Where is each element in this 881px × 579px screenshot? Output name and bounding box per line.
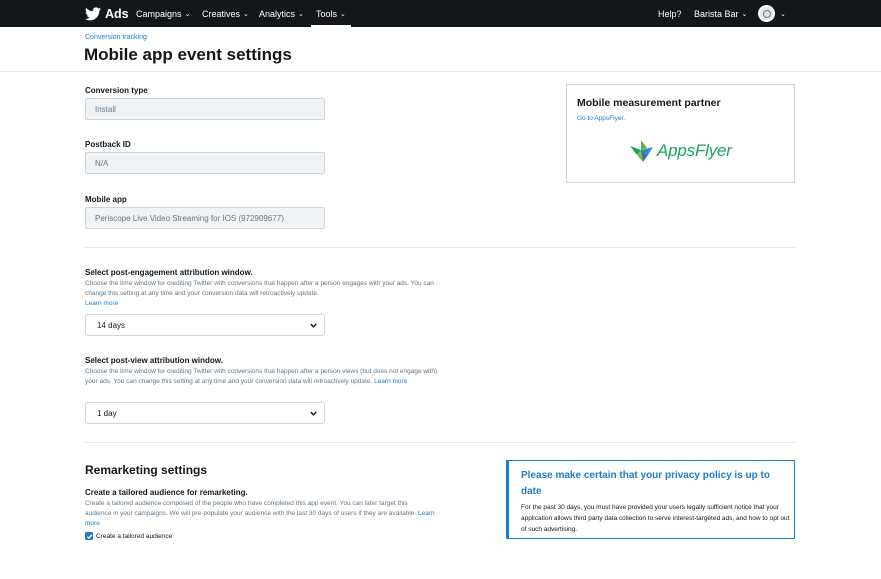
mobile-app-label: Mobile app (85, 195, 127, 204)
checkmark-icon (86, 533, 92, 539)
breadcrumb[interactable]: Conversion tracking (85, 34, 147, 41)
engagement-window-label: Select post-engagement attribution windo… (85, 268, 253, 277)
view-window-help: Choose the time window for crediting Twi… (85, 367, 440, 387)
remarketing-help: Create a tailored audience composed of t… (85, 499, 435, 529)
chevron-down-icon (310, 411, 317, 416)
postback-id-field: N/A (85, 152, 325, 174)
engagement-window-help-text: Choose the time window for crediting Twi… (85, 280, 434, 297)
mobile-app-field: Periscope Live Video Streaming for IOS (… (85, 207, 325, 229)
chevron-down-icon (310, 323, 317, 328)
engagement-window-help: Choose the time window for crediting Twi… (85, 279, 440, 309)
nav-campaigns-label: Campaigns (136, 8, 182, 19)
privacy-notice: Please make certain that your privacy po… (506, 460, 795, 539)
section-divider (85, 442, 795, 443)
twitter-bird-icon (85, 7, 101, 21)
measurement-partner-card: Mobile measurement partner Go to AppsFly… (566, 84, 795, 183)
appsflyer-logo-text: AppsFlyer (657, 141, 732, 160)
header-divider (0, 71, 881, 72)
user-avatar-icon (762, 9, 771, 18)
privacy-notice-body: For the past 30 days, you must have prov… (521, 504, 790, 533)
nav-campaigns[interactable]: Campaigns ⌄ (136, 0, 190, 27)
engagement-learn-more-link[interactable]: Learn more (85, 300, 118, 307)
appsflyer-logo: AppsFlyer (628, 138, 732, 164)
conversion-type-label: Conversion type (85, 86, 148, 95)
view-window-select[interactable]: 1 day (85, 402, 325, 424)
tailored-audience-checkbox-label: Create a tailored audience (96, 532, 173, 540)
tailored-audience-checkbox-row[interactable]: Create a tailored audience (85, 532, 172, 540)
chevron-down-icon: ⌄ (184, 10, 191, 18)
nav-analytics[interactable]: Analytics ⌄ (259, 0, 304, 27)
remarketing-title: Remarketing settings (85, 463, 208, 477)
nav-creatives-label: Creatives (202, 8, 241, 19)
privacy-notice-title: Please make certain that your privacy po… (521, 470, 770, 497)
brand-label: Ads (105, 7, 129, 21)
nav-tools-label: Tools (316, 8, 338, 19)
chevron-down-icon: ⌄ (298, 10, 304, 18)
postback-id-label: Postback ID (85, 140, 131, 149)
chevron-down-icon[interactable]: ⌄ (780, 0, 786, 27)
help-link[interactable]: Help? (658, 0, 682, 27)
view-learn-more-link[interactable]: Learn more (374, 378, 407, 385)
engagement-window-value: 14 days (97, 320, 126, 330)
page-title: Mobile app event settings (84, 45, 292, 64)
engagement-window-select[interactable]: 14 days (85, 314, 325, 336)
appsflyer-link[interactable]: Go to AppsFlyer. (577, 115, 625, 122)
avatar[interactable] (758, 5, 775, 22)
conversion-type-field: Install (85, 98, 325, 120)
nav-analytics-label: Analytics (259, 8, 296, 19)
partner-title: Mobile measurement partner (577, 97, 721, 109)
view-window-label: Select post-view attribution window. (85, 356, 223, 365)
remarketing-label: Create a tailored audience for remarketi… (85, 488, 248, 497)
account-switcher[interactable]: Barista Bar ⌄ (694, 0, 747, 27)
help-label: Help? (658, 8, 682, 19)
chevron-down-icon: ⌄ (340, 10, 346, 18)
nav-tools[interactable]: Tools ⌄ (311, 0, 351, 27)
account-name: Barista Bar (694, 8, 739, 19)
chevron-down-icon: ⌄ (741, 10, 748, 18)
section-divider (85, 247, 795, 248)
remarketing-help-text: Create a tailored audience composed of t… (85, 500, 417, 517)
nav-creatives[interactable]: Creatives ⌄ (202, 0, 249, 27)
tailored-audience-checkbox[interactable] (85, 532, 93, 540)
top-nav: Ads Campaigns ⌄ Creatives ⌄ Analytics ⌄ … (0, 0, 881, 27)
ads-home-link[interactable]: Ads (85, 4, 129, 24)
view-window-value: 1 day (97, 408, 117, 418)
appsflyer-logo-icon (630, 140, 653, 162)
chevron-down-icon: ⌄ (243, 10, 249, 18)
